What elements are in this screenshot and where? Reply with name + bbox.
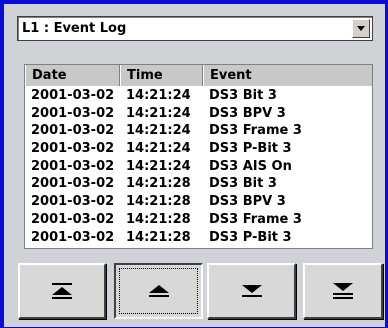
- page-up-button[interactable]: [114, 263, 203, 319]
- log-selector-value: L1 : Event Log: [22, 21, 127, 36]
- event-log-table[interactable]: Date Time Event 2001-03-02 14:21:24 DS3 …: [24, 64, 373, 249]
- cell-event: DS3 Bit 3: [209, 176, 277, 192]
- cell-date: 2001-03-02: [31, 176, 115, 192]
- table-row[interactable]: 2001-03-02 14:21:24 DS3 Bit 3: [25, 87, 372, 105]
- page-down-icon: [241, 285, 262, 297]
- column-header-time[interactable]: Time: [120, 65, 203, 86]
- cell-event: DS3 BPV 3: [209, 105, 286, 121]
- cell-event: DS3 BPV 3: [209, 194, 286, 210]
- column-header-event[interactable]: Event: [203, 65, 372, 86]
- log-selector-dropdown[interactable]: L1 : Event Log: [17, 16, 373, 41]
- cell-event: DS3 P-Bit 3: [209, 141, 292, 157]
- cell-date: 2001-03-02: [31, 229, 115, 245]
- cell-date: 2001-03-02: [31, 105, 115, 121]
- cell-event: DS3 P-Bit 3: [209, 229, 292, 245]
- table-row[interactable]: 2001-03-02 14:21:24 DS3 AIS On: [25, 158, 372, 176]
- cell-date: 2001-03-02: [31, 194, 115, 210]
- table-row[interactable]: 2001-03-02 14:21:28 DS3 BPV 3: [25, 193, 372, 211]
- table-row[interactable]: 2001-03-02 14:21:24 DS3 P-Bit 3: [25, 140, 372, 158]
- cell-time: 14:21:28: [126, 229, 191, 245]
- cell-event: DS3 AIS On: [209, 158, 292, 174]
- cell-time: 14:21:28: [126, 176, 191, 192]
- cell-time: 14:21:28: [126, 211, 191, 227]
- table-header: Date Time Event: [25, 65, 372, 86]
- table-row[interactable]: 2001-03-02 14:21:28 DS3 Bit 3: [25, 175, 372, 193]
- scroll-to-bottom-button[interactable]: [303, 263, 383, 319]
- table-row[interactable]: 2001-03-02 14:21:28 DS3 P-Bit 3: [25, 229, 372, 247]
- chevron-down-icon: [357, 26, 365, 31]
- scroll-to-top-button[interactable]: [18, 263, 106, 319]
- cell-date: 2001-03-02: [31, 141, 115, 157]
- cell-time: 14:21:28: [126, 194, 191, 210]
- scroll-to-bottom-icon: [333, 283, 353, 299]
- cell-event: DS3 Frame 3: [209, 123, 302, 139]
- event-log-panel: L1 : Event Log Date Time Event 2001-03-0…: [4, 4, 385, 327]
- cell-date: 2001-03-02: [31, 211, 115, 227]
- table-row[interactable]: 2001-03-02 14:21:24 DS3 BPV 3: [25, 105, 372, 123]
- table-body: 2001-03-02 14:21:24 DS3 Bit 3 2001-03-02…: [25, 87, 372, 246]
- cell-time: 14:21:24: [126, 88, 191, 103]
- dropdown-arrow-button[interactable]: [352, 19, 370, 38]
- cell-date: 2001-03-02: [31, 88, 115, 103]
- page-down-button[interactable]: [207, 263, 296, 319]
- cell-time: 14:21:24: [126, 158, 191, 174]
- page-up-icon: [148, 285, 169, 297]
- table-row[interactable]: 2001-03-02 14:21:28 DS3 Frame 3: [25, 211, 372, 229]
- cell-time: 14:21:24: [126, 123, 191, 139]
- cell-date: 2001-03-02: [31, 158, 115, 174]
- cell-event: DS3 Bit 3: [209, 88, 277, 103]
- cell-time: 14:21:24: [126, 105, 191, 121]
- scroll-to-top-icon: [52, 283, 72, 299]
- cell-date: 2001-03-02: [31, 123, 115, 139]
- column-header-date[interactable]: Date: [25, 65, 120, 86]
- cell-event: DS3 Frame 3: [209, 211, 302, 227]
- table-row[interactable]: 2001-03-02 14:21:24 DS3 Frame 3: [25, 122, 372, 140]
- cell-time: 14:21:24: [126, 141, 191, 157]
